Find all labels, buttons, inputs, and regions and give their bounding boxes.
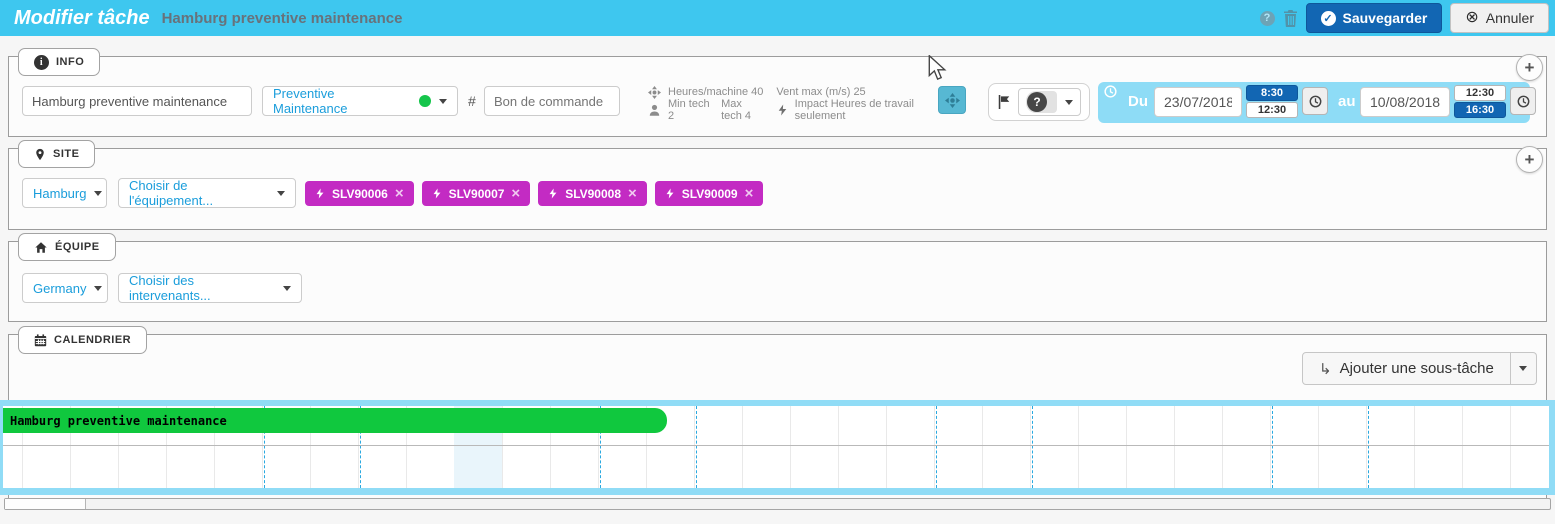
- chevron-down-icon: [94, 191, 102, 196]
- task-type-dropdown[interactable]: Preventive Maintenance: [262, 86, 458, 116]
- site-add-button[interactable]: +: [1516, 146, 1543, 173]
- weekend-line: [1272, 406, 1273, 488]
- tab-site: SITE: [18, 140, 95, 168]
- clock-icon: [1309, 95, 1322, 108]
- tab-info: i INFO: [18, 48, 100, 76]
- add-subtask-button[interactable]: ↳ Ajouter une sous-tâche: [1302, 352, 1511, 385]
- chevron-down-icon: [94, 286, 102, 291]
- to-label: au: [1338, 93, 1356, 110]
- hub-icon: [648, 86, 661, 99]
- equipment-dropdown[interactable]: Choisir de l'équipement...: [118, 178, 296, 208]
- home-icon: [34, 241, 48, 254]
- impact-bolt-icon: [777, 103, 788, 117]
- cancel-button[interactable]: ⊗ Annuler: [1450, 3, 1549, 33]
- order-number-input[interactable]: [484, 86, 620, 116]
- from-date-input[interactable]: [1154, 87, 1242, 117]
- row-divider: [3, 445, 1549, 446]
- from-label: Du: [1128, 93, 1148, 110]
- task-name-input[interactable]: [22, 86, 252, 116]
- bolt-icon: [315, 187, 325, 200]
- from-time-chips: 8:30 12:30: [1246, 85, 1298, 118]
- technician-icon: [648, 104, 661, 117]
- tab-calendar: CALENDRIER: [18, 326, 147, 354]
- scrollbar-thumb[interactable]: [5, 499, 86, 509]
- clock-icon: [1517, 95, 1530, 108]
- bolt-icon: [665, 187, 675, 200]
- chevron-down-icon: [439, 99, 447, 104]
- task-stats: Heures/machine 40 Vent max (m/s) 25 Min …: [648, 84, 938, 118]
- equipment-tag-list: SLV90006 × SLV90007 × SLV90008 × SLV9000…: [305, 181, 763, 206]
- add-subtask-caret-button[interactable]: [1511, 352, 1537, 385]
- order-number-prefix: #: [468, 93, 476, 109]
- bolt-icon: [548, 187, 558, 200]
- to-time-chips: 12:30 16:30: [1454, 85, 1506, 118]
- trash-icon[interactable]: [1283, 10, 1298, 27]
- horizontal-scrollbar[interactable]: [4, 498, 1551, 510]
- map-pin-icon: [34, 147, 46, 162]
- from-time-picker-button[interactable]: [1302, 87, 1328, 115]
- hub-icon: [945, 93, 960, 108]
- remove-tag-icon[interactable]: ×: [395, 185, 404, 202]
- check-circle-icon: ✓: [1321, 11, 1336, 26]
- gantt-frame: Hamburg preventive maintenance: [0, 400, 1555, 495]
- members-dropdown[interactable]: Choisir des intervenants...: [118, 273, 302, 303]
- priority-badge: ?: [1027, 92, 1047, 112]
- type-color-dot: [419, 95, 431, 107]
- to-time-picker-button[interactable]: [1510, 87, 1536, 115]
- from-end-time[interactable]: 12:30: [1246, 102, 1298, 118]
- cancel-circle-icon: ⊗: [1465, 10, 1478, 26]
- save-button[interactable]: ✓ Sauvegarder: [1306, 3, 1443, 33]
- remove-tag-icon[interactable]: ×: [745, 185, 754, 202]
- equipment-tag[interactable]: SLV90006 ×: [305, 181, 414, 206]
- subtask-arrow-icon: ↳: [1319, 360, 1332, 378]
- machine-settings-button[interactable]: [938, 86, 966, 114]
- team-dropdown[interactable]: Germany: [22, 273, 108, 303]
- info-add-button[interactable]: +: [1516, 54, 1543, 81]
- chevron-down-icon: [1065, 100, 1073, 105]
- weekend-line: [1368, 406, 1369, 488]
- tab-team: ÉQUIPE: [18, 233, 116, 261]
- priority-group: ?: [988, 83, 1090, 121]
- weekend-line: [696, 406, 697, 488]
- clock-icon: [1104, 85, 1117, 98]
- header-bar: Modifier tâche Hamburg preventive mainte…: [0, 0, 1555, 36]
- to-date-input[interactable]: [1360, 87, 1450, 117]
- calendar-icon: [34, 334, 47, 347]
- task-title: Hamburg preventive maintenance: [162, 10, 403, 27]
- bolt-icon: [432, 187, 442, 200]
- from-start-time[interactable]: 8:30: [1246, 85, 1298, 101]
- chevron-down-icon: [277, 191, 285, 196]
- remove-tag-icon[interactable]: ×: [628, 185, 637, 202]
- mouse-cursor: [928, 55, 947, 86]
- chevron-down-icon: [1519, 366, 1527, 371]
- flag-icon: [997, 94, 1011, 110]
- equipment-tag[interactable]: SLV90009 ×: [655, 181, 764, 206]
- to-start-time[interactable]: 12:30: [1454, 85, 1506, 101]
- weekend-line: [1032, 406, 1033, 488]
- equipment-tag[interactable]: SLV90008 ×: [538, 181, 647, 206]
- to-end-time[interactable]: 16:30: [1454, 102, 1506, 118]
- weekend-line: [936, 406, 937, 488]
- equipment-tag[interactable]: SLV90007 ×: [422, 181, 531, 206]
- gantt-task-bar[interactable]: Hamburg preventive maintenance: [3, 408, 667, 433]
- add-subtask-splitbutton: ↳ Ajouter une sous-tâche: [1302, 352, 1537, 385]
- gantt-grid[interactable]: Hamburg preventive maintenance: [3, 406, 1549, 488]
- chevron-down-icon: [283, 286, 291, 291]
- site-dropdown[interactable]: Hamburg: [22, 178, 107, 208]
- page-title: Modifier tâche: [14, 7, 150, 30]
- priority-dropdown[interactable]: ?: [1018, 88, 1081, 116]
- info-icon: i: [34, 55, 49, 70]
- date-range-panel: Du 8:30 12:30 au 12:30 16:30: [1098, 82, 1530, 123]
- remove-tag-icon[interactable]: ×: [511, 185, 520, 202]
- help-icon[interactable]: ?: [1260, 11, 1275, 26]
